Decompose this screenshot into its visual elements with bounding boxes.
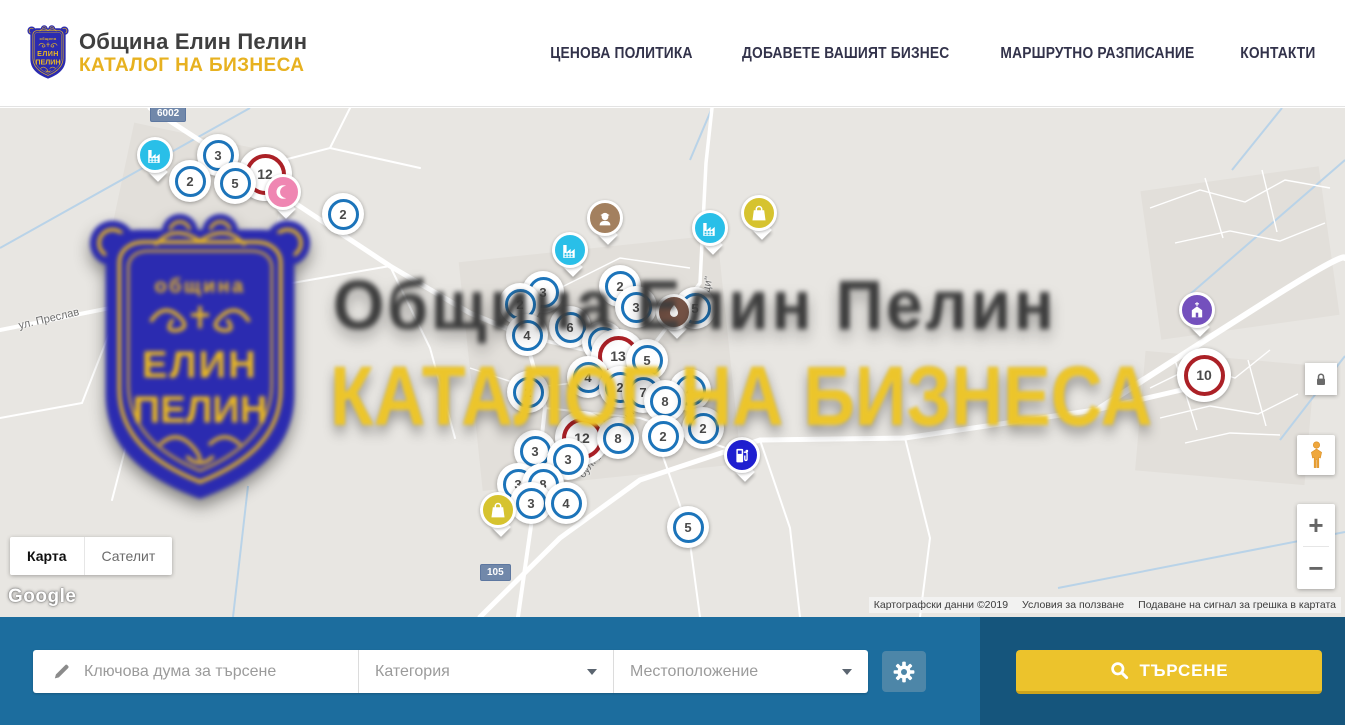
factory-icon [561,241,579,259]
google-logo[interactable]: Google [8,586,76,608]
category-select-value: Категория [375,663,450,681]
site-logo[interactable]: община ЕЛИН ПЕЛИН Община Елин Пелин КАТА… [0,24,307,82]
cluster-count: 5 [220,168,251,199]
cluster-marker[interactable]: 2 [169,160,211,202]
cluster-count: 4 [512,320,543,351]
main-nav: ЦЕНОВА ПОЛИТИКА ДОБАВЕТЕ ВАШИЯТ БИЗНЕС М… [544,45,1345,62]
keyword-field-wrap [33,650,358,693]
crescent-pin-marker[interactable] [265,174,307,224]
cluster-count: 6 [555,312,586,343]
flame-icon [665,303,683,321]
search-bar: Категория Местоположение [0,617,1345,725]
road-label: 6002 [150,108,186,122]
cluster-count: 2 [648,421,679,452]
crescent-icon [274,183,292,201]
cluster-count: 10 [1184,355,1225,396]
nav-contacts[interactable]: КОНТАКТИ [1240,44,1315,62]
map-type-switcher: Карта Сателит [10,537,172,575]
cluster-count: 8 [650,386,681,417]
zoom-in-button[interactable]: + [1297,504,1335,546]
cluster-count: 3 [520,436,551,467]
flame-pin-marker[interactable] [656,294,698,344]
map-type-map-button[interactable]: Карта [10,537,84,575]
cluster-marker[interactable]: 2 [507,371,549,413]
factory-pin-marker[interactable] [692,210,734,260]
cluster-count: 2 [688,413,719,444]
header: община ЕЛИН ПЕЛИН Община Елин Пелин КАТА… [0,0,1345,107]
lock-icon [1314,372,1328,387]
cluster-count: 2 [328,199,359,230]
shopping-bag-icon [750,204,768,222]
cluster-marker[interactable]: 2 [682,407,724,449]
terms-of-use-link[interactable]: Условия за ползване [1022,599,1124,611]
cluster-count: 2 [513,377,544,408]
map-attribution: Картографски данни ©2019 Условия за полз… [869,597,1341,613]
cluster-marker[interactable]: 4 [545,482,587,524]
factory-icon [701,219,719,237]
search-button-label: ТЪРСЕНЕ [1140,661,1229,681]
search-box: Категория Местоположение [33,650,868,693]
map-type-satellite-button[interactable]: Сателит [84,537,173,575]
cluster-marker[interactable]: 8 [597,417,639,459]
cluster-marker[interactable]: 2 [642,415,684,457]
cluster-marker[interactable]: 5 [667,506,709,548]
nav-pricing-policy[interactable]: ЦЕНОВА ПОЛИТИКА [550,44,692,62]
svg-text:община: община [39,37,56,41]
factory-icon [146,146,164,164]
pegman-control[interactable] [1297,435,1335,475]
zoom-out-button[interactable]: − [1297,547,1335,589]
cluster-marker[interactable]: 3 [615,286,657,328]
lock-scroll-button[interactable] [1305,363,1337,395]
municipality-crest-icon: община ЕЛИН ПЕЛИН [27,24,69,82]
page: община ЕЛИН ПЕЛИН Община Елин Пелин КАТА… [0,0,1345,725]
shopping-bag-pin-marker[interactable] [480,492,522,542]
zoom-control: + − [1297,504,1335,589]
category-select[interactable]: Категория [359,650,613,693]
pegman-icon [1308,441,1325,469]
factory-pin-marker[interactable] [552,232,594,282]
fuel-pin-marker[interactable] [724,437,766,487]
cluster-marker[interactable]: 5 [214,162,256,204]
cluster-count: 3 [621,292,652,323]
worker-icon [596,209,614,227]
search-icon [1110,661,1129,680]
cluster-count: 2 [175,166,206,197]
cluster-count: 4 [551,488,582,519]
chevron-down-icon [587,669,597,675]
chevron-down-icon [842,669,852,675]
location-select[interactable]: Местоположение [614,650,868,693]
road-label: 105 [480,564,511,581]
church-icon [1188,301,1206,319]
fuel-icon [733,446,751,464]
cluster-marker[interactable]: 10 [1177,348,1231,402]
cluster-count: 8 [603,423,634,454]
shopping-bag-icon [489,501,507,519]
gear-icon [892,660,916,684]
site-subtitle: КАТАЛОГ НА БИЗНЕСА [79,55,307,76]
svg-text:ПЕЛИН: ПЕЛИН [35,58,60,66]
svg-text:ЕЛИН: ЕЛИН [37,50,59,58]
location-select-value: Местоположение [630,663,758,681]
church-pin-marker[interactable] [1179,292,1221,342]
site-title: Община Елин Пелин [79,30,307,55]
nav-route-schedule[interactable]: МАРШРУТНО РАЗПИСАНИЕ [1001,44,1195,62]
cluster-marker[interactable]: 2 [322,193,364,235]
cluster-count: 5 [673,512,704,543]
advanced-search-button[interactable] [882,651,926,692]
nav-add-your-business[interactable]: ДОБАВЕТЕ ВАШИЯТ БИЗНЕС [742,44,949,62]
search-submit-button[interactable]: ТЪРСЕНЕ [1016,650,1322,694]
keyword-search-input[interactable] [84,663,358,681]
shopping-bag-pin-marker[interactable] [741,195,783,245]
map-canvas[interactable]: община ЕЛИН ПЕЛИН Община Елин Пелин КАТА… [0,108,1345,617]
cluster-marker[interactable]: 4 [506,314,548,356]
map-data-copyright: Картографски данни ©2019 [874,599,1008,611]
report-map-error-link[interactable]: Подаване на сигнал за грешка в картата [1138,599,1336,611]
pencil-icon [52,662,71,681]
